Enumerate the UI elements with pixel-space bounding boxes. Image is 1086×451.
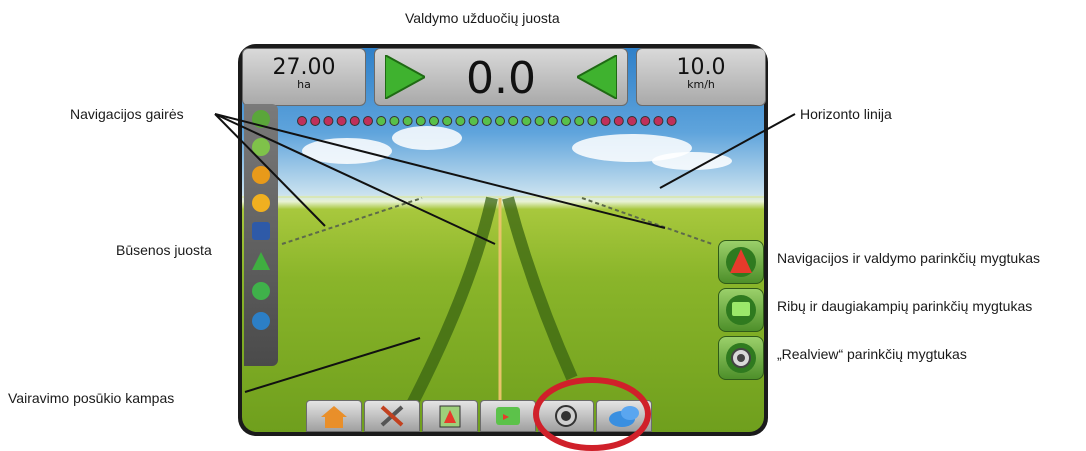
wheel-track-right: [502, 196, 578, 381]
swath-tile[interactable]: 0.0: [374, 48, 628, 106]
lightbar-led: [640, 116, 651, 126]
lightbar-led: [534, 116, 545, 126]
map-tab[interactable]: [480, 400, 536, 432]
lightbar-led: [442, 116, 453, 126]
guidelines-label: Navigacijos gairės: [70, 106, 184, 122]
statusbar-label: Būsenos juosta: [116, 242, 212, 258]
bottom-menu: [306, 398, 706, 432]
rate-icon[interactable]: [252, 282, 270, 300]
camera-tab-icon: [555, 405, 577, 427]
section-icon[interactable]: [252, 194, 270, 212]
gps-icon[interactable]: [252, 110, 270, 128]
lightbar-led: [429, 116, 439, 126]
speed-tile[interactable]: 10.0 km/h: [636, 48, 766, 106]
lightbar-led: [508, 116, 519, 126]
tilt-icon[interactable]: [252, 222, 270, 240]
realview-options-label: „Realview“ parinkčių mygtukas: [777, 346, 967, 362]
guidance-screen: 27.00 ha 0.0 10.0 km/h: [238, 44, 768, 436]
lightbar-led: [561, 116, 571, 126]
speed-unit: km/h: [687, 78, 715, 91]
lightbar-led: [600, 116, 611, 126]
lightbar-led: [653, 116, 664, 126]
status-bar: [244, 104, 278, 366]
lightbar-led: [349, 116, 360, 126]
lightbar-led: [297, 116, 307, 126]
boundary-icon: [726, 295, 756, 325]
area-unit: ha: [297, 78, 311, 91]
boundary-options-label: Ribų ir daugiakampių parinkčių mygtukas: [777, 298, 1033, 314]
lightbar-led: [415, 116, 426, 126]
guidance-tab[interactable]: [422, 400, 478, 432]
cloud-tab-icon: [609, 406, 639, 427]
nav-options-button[interactable]: [718, 240, 764, 284]
tools-tab[interactable]: [364, 400, 420, 432]
lightbar-led: [666, 116, 677, 126]
boundary-options-button[interactable]: [718, 288, 764, 332]
realview-options-button[interactable]: [718, 336, 764, 380]
camera-icon: [726, 343, 756, 373]
camera-tab[interactable]: [538, 400, 594, 432]
guideline-left: [281, 197, 423, 245]
lightbar-led: [402, 116, 413, 126]
lightbar-led: [455, 116, 466, 126]
tools-icon: [380, 405, 404, 427]
speed-value: 10.0: [676, 55, 726, 80]
guidance-tab-icon: [439, 405, 461, 428]
lightbar-led: [468, 116, 479, 126]
lightbar-led: [481, 116, 492, 126]
lightbar-led: [323, 116, 334, 126]
map-tab-icon: [496, 407, 520, 425]
lightbar-led: [495, 116, 505, 126]
home-tab[interactable]: [306, 400, 362, 432]
lightbar-led: [389, 116, 400, 126]
area-tile[interactable]: 27.00 ha: [242, 48, 366, 106]
warning-icon[interactable]: [252, 166, 270, 184]
cloud-tab[interactable]: [596, 400, 652, 432]
lightbar-led: [310, 116, 321, 126]
lightbar-led: [336, 116, 347, 126]
lightbar-led: [613, 116, 624, 126]
home-icon: [321, 406, 347, 428]
taskbar-label: Valdymo užduočių juosta: [405, 10, 560, 26]
guidance-icon[interactable]: [252, 138, 270, 156]
lightbar: [297, 116, 677, 126]
steer-left-arrow-icon: [577, 55, 617, 99]
steering-angle-label: Vairavimo posūkio kampas: [8, 390, 175, 406]
nav-options-label: Navigacijos ir valdymo parinkčių mygtuka…: [777, 250, 1040, 266]
guideline-right: [581, 197, 713, 245]
area-value: 27.00: [272, 55, 336, 80]
lightbar-led: [521, 116, 532, 126]
lightbar-led: [574, 116, 585, 126]
steering-icon[interactable]: [252, 252, 270, 270]
lightbar-led: [587, 116, 598, 126]
lightbar-led: [376, 116, 387, 126]
lightbar-led: [363, 116, 373, 126]
horizon-label: Horizonto linija: [800, 106, 892, 122]
top-taskbar: 27.00 ha 0.0 10.0 km/h: [242, 48, 766, 106]
person-icon[interactable]: [252, 312, 270, 330]
lightbar-led: [627, 116, 637, 126]
nav-arrow-icon: [726, 247, 756, 277]
lightbar-led: [547, 116, 558, 126]
wheel-track-left: [404, 196, 498, 411]
